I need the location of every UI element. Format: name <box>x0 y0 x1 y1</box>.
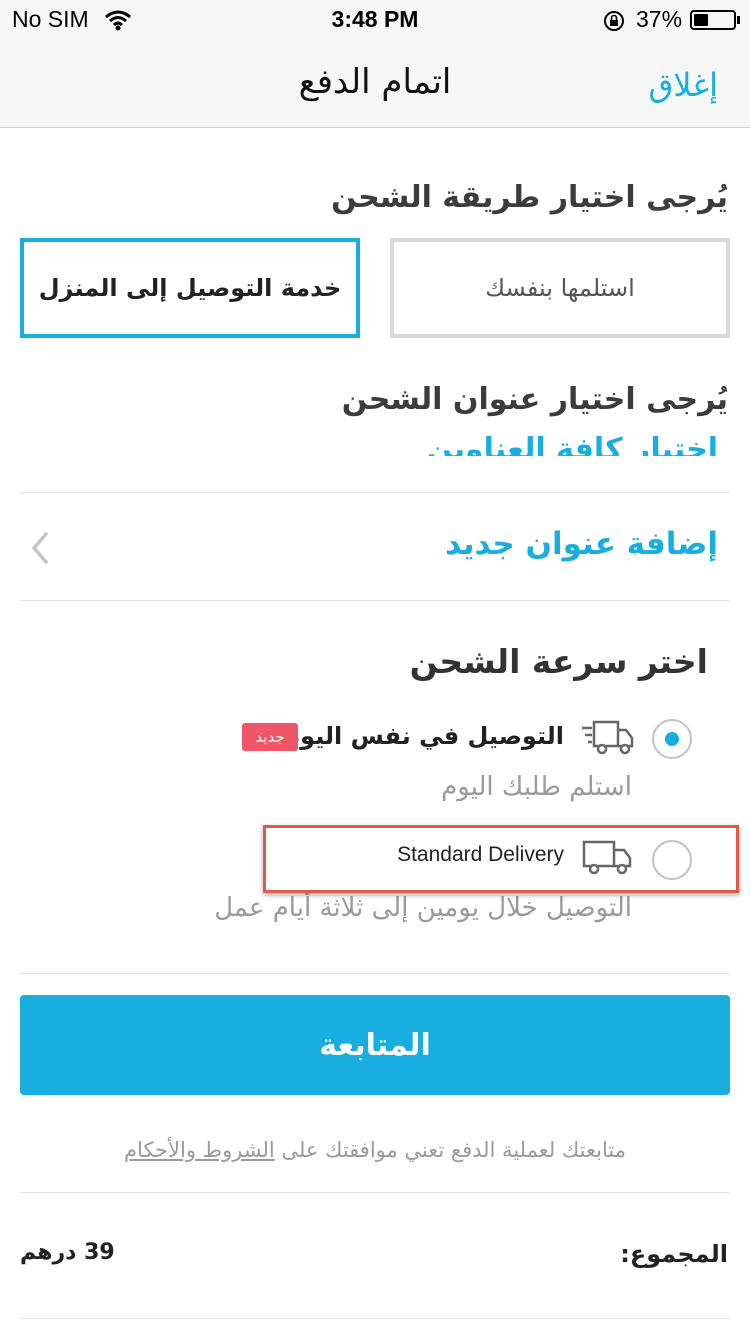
terms-link[interactable]: الشروط والأحكام <box>124 1138 275 1162</box>
total-value: 39 درهم <box>20 1240 115 1265</box>
continue-button[interactable]: المتابعة <box>20 995 730 1095</box>
nav-bar: اتمام الدفع إغلاق <box>0 40 750 128</box>
divider <box>20 600 730 601</box>
choose-address-link[interactable]: إختيار كافة العناوين <box>427 420 718 456</box>
total-label: المجموع: <box>620 1240 728 1268</box>
fast-truck-icon <box>582 720 634 755</box>
home-delivery-option[interactable]: خدمة التوصيل إلى المنزل <box>20 238 360 338</box>
add-address-button[interactable]: إضافة عنوان جديد <box>445 526 718 562</box>
battery-level <box>694 14 708 26</box>
annotation-highlight-box <box>263 825 739 893</box>
divider <box>20 1318 730 1319</box>
close-button[interactable]: إغلاق <box>648 66 718 104</box>
same-day-subtitle: استلم طلبك اليوم <box>441 772 632 802</box>
radio-selected-dot <box>665 732 679 746</box>
divider <box>20 973 730 974</box>
terms-text: متابعتك لعملية الدفع تعني موافقتك على ال… <box>0 1138 750 1162</box>
shipping-speed-title: اختر سرعة الشحن <box>409 642 708 681</box>
battery-percent: 37% <box>636 6 683 32</box>
page-title: اتمام الدفع <box>298 62 452 102</box>
battery-tip <box>737 16 740 24</box>
same-day-radio[interactable] <box>652 719 692 759</box>
terms-prefix: متابعتك لعملية الدفع تعني موافقتك على <box>274 1138 626 1162</box>
shipping-address-title: يُرجى اختيار عنوان الشحن <box>341 382 728 417</box>
orientation-lock-icon <box>604 11 624 31</box>
battery-icon <box>690 10 736 30</box>
self-pickup-option[interactable]: استلمها بنفسك <box>390 238 730 338</box>
divider <box>20 492 730 493</box>
divider <box>20 1192 730 1193</box>
same-day-label: التوصيل في نفس اليوم <box>282 722 564 750</box>
standard-delivery-subtitle: التوصيل خلال يومين إلى ثلاثة أيام عمل <box>214 893 632 923</box>
status-bar: No SIM 3:48 PM 37% <box>0 0 750 40</box>
chevron-left-icon[interactable] <box>26 530 56 566</box>
choose-address-link-label: إختيار كافة العناوين <box>426 432 718 456</box>
new-badge: جديد <box>242 723 298 751</box>
shipping-method-title: يُرجى اختيار طريقة الشحن <box>331 180 728 215</box>
